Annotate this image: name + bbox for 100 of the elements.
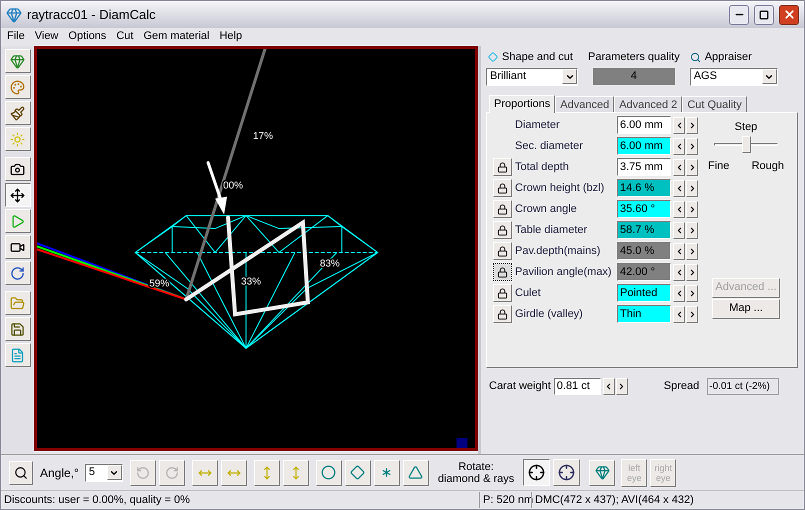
dropdown[interactable]: 5 <box>84 464 123 482</box>
lock-icon <box>497 162 508 172</box>
dialog-button[interactable]: Map ... <box>712 298 780 318</box>
rotate-button[interactable] <box>254 460 280 486</box>
decrease-button[interactable] <box>673 138 685 154</box>
decrease-button[interactable] <box>673 116 685 134</box>
decrease-button[interactable] <box>673 306 685 322</box>
save-icon <box>10 322 25 336</box>
tab[interactable]: Advanced 2 <box>614 96 682 112</box>
tab[interactable]: Proportions <box>489 94 556 112</box>
increase-button[interactable] <box>686 306 698 322</box>
minimize-button[interactable] <box>729 4 749 24</box>
menu-item[interactable]: Options <box>68 28 106 44</box>
document-icon <box>10 348 25 362</box>
lock-toggle-button[interactable] <box>493 263 512 281</box>
menu-item[interactable]: File <box>7 28 25 44</box>
dropdown-arrow-button[interactable] <box>562 69 577 84</box>
app-gem-icon <box>6 6 22 22</box>
rotate-right-icon <box>164 466 179 480</box>
menu-item[interactable]: Cut <box>116 28 134 44</box>
decrease-button[interactable] <box>673 158 685 176</box>
close-icon <box>782 8 796 21</box>
parameter-label: Diameter <box>515 118 561 133</box>
parameter-field[interactable]: 6.00 mm <box>617 116 671 134</box>
parameter-field[interactable]: Pointed <box>617 284 671 302</box>
crosshair-toggle[interactable] <box>523 459 550 486</box>
increase-button[interactable] <box>686 242 698 260</box>
decrease-button[interactable] <box>673 180 685 196</box>
step-label: Step <box>734 120 758 134</box>
decrease-button[interactable] <box>673 222 685 238</box>
rotate-button[interactable] <box>220 460 247 486</box>
carat-weight-label: Carat weight <box>489 378 551 394</box>
maximize-button[interactable] <box>754 4 774 24</box>
lock-icon <box>497 204 508 214</box>
sun-icon <box>10 132 25 146</box>
dropdown-value: AGS <box>694 69 717 84</box>
dropdown[interactable]: AGS <box>690 68 778 86</box>
view-button[interactable] <box>374 460 400 486</box>
lock-icon <box>497 288 508 298</box>
gem-icon <box>10 54 25 68</box>
shape-and-cut-label: Shape and cut <box>502 50 573 65</box>
palette-icon <box>10 80 25 94</box>
camera-icon <box>10 162 25 176</box>
dropdown-arrow-button[interactable] <box>106 465 122 480</box>
parameter-field[interactable]: 45.0 % <box>617 242 671 260</box>
carat-weight-field[interactable]: 0.81 ct <box>554 378 601 394</box>
rotate-button[interactable] <box>192 460 218 486</box>
lock-icon <box>497 224 508 236</box>
decrease-button[interactable] <box>673 242 685 260</box>
gem-view-button[interactable] <box>589 460 616 486</box>
increase-button[interactable] <box>686 180 698 196</box>
dropdown[interactable]: Brilliant <box>486 68 578 86</box>
diamond-icon <box>350 465 366 480</box>
increase-button[interactable] <box>686 158 698 176</box>
lock-icon <box>497 182 508 194</box>
parameter-field[interactable]: 58.7 % <box>617 221 671 239</box>
parameter-label: Pav.depth(mains) <box>515 244 602 259</box>
increase-button[interactable] <box>686 284 698 302</box>
decrease-button[interactable] <box>673 264 685 280</box>
parameter-field[interactable]: Thin <box>617 305 671 323</box>
view-button[interactable] <box>344 460 371 486</box>
parameter-label: Pavilion angle(max) <box>515 264 613 280</box>
parameter-label: Girdle (valley) <box>515 306 584 322</box>
zoom-button[interactable] <box>9 460 33 484</box>
increase-button[interactable] <box>686 116 698 134</box>
rotate-label: Rotate: <box>458 460 494 472</box>
angle-label: Angle,° <box>40 464 79 482</box>
decrease-button[interactable] <box>602 378 615 394</box>
rotate-button[interactable] <box>282 460 309 486</box>
gem-icon <box>594 465 610 480</box>
increase-button[interactable] <box>616 378 628 394</box>
rotate-target-label: diamond & rays <box>438 472 514 484</box>
corner-marker <box>456 438 468 448</box>
parameter-label: Table diameter <box>515 222 588 238</box>
rotate-left-icon <box>136 466 150 480</box>
parameter-field[interactable]: 14.6 % <box>617 179 671 197</box>
decrease-button[interactable] <box>673 284 685 302</box>
menu-item[interactable]: Gem material <box>143 28 210 44</box>
move-icon <box>10 188 25 202</box>
parameter-field[interactable]: 35.60 ° <box>617 200 671 218</box>
view-button[interactable] <box>402 460 429 486</box>
circle-icon <box>321 465 336 480</box>
parameter-field[interactable]: 42.00 ° <box>617 263 671 281</box>
tab[interactable]: Cut Quality <box>682 96 747 112</box>
increase-button[interactable] <box>686 200 698 218</box>
slider-thumb[interactable] <box>742 136 751 153</box>
increase-button[interactable] <box>686 264 698 280</box>
decrease-button[interactable] <box>673 200 685 218</box>
tab[interactable]: Advanced <box>555 96 614 112</box>
parameter-field[interactable]: 3.75 mm <box>617 158 671 176</box>
magnifier-icon <box>690 52 701 63</box>
view-button[interactable] <box>316 460 342 486</box>
toolbar-button[interactable] <box>4 183 30 207</box>
menu-item[interactable]: View <box>34 28 58 44</box>
close-button[interactable] <box>779 4 799 24</box>
menu-item[interactable]: Help <box>219 28 242 44</box>
dropdown-arrow-button[interactable] <box>762 69 777 84</box>
increase-button[interactable] <box>686 138 698 154</box>
parameter-field[interactable]: 6.00 mm <box>617 137 671 155</box>
increase-button[interactable] <box>686 222 698 238</box>
